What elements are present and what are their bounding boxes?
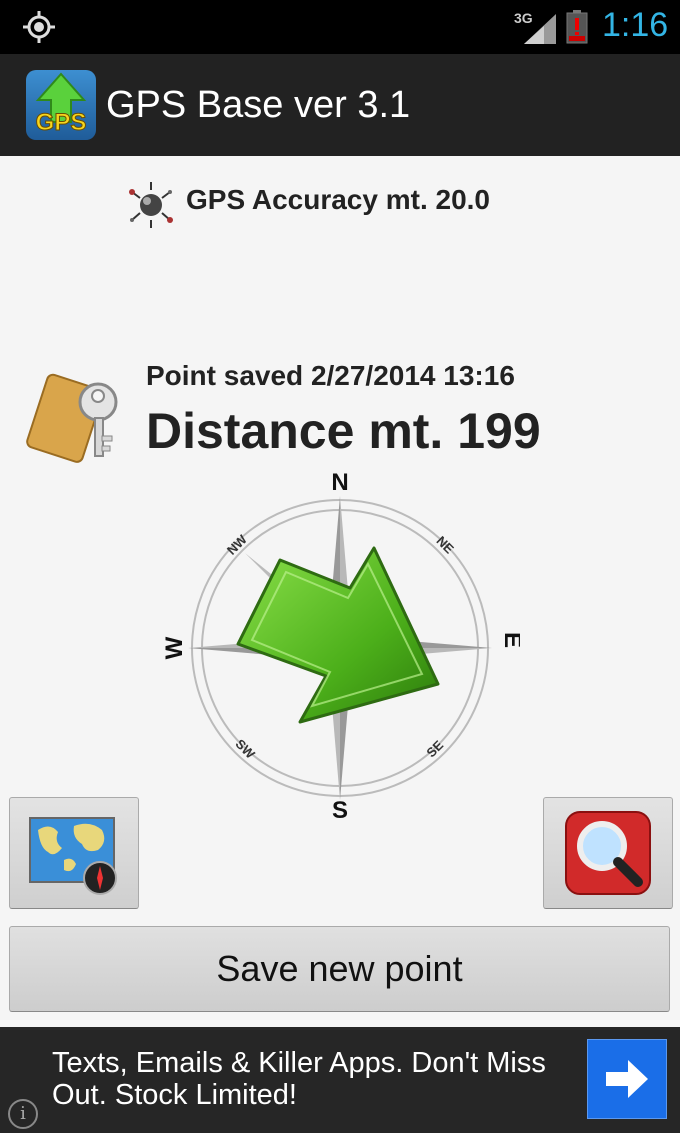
status-bar: 3G 1:16 <box>0 0 680 54</box>
satellite-accuracy-icon <box>129 182 173 228</box>
compass-label-w: W <box>161 636 188 659</box>
battery-low-icon <box>566 10 588 44</box>
compass-label-n: N <box>331 469 348 496</box>
compass-label-s: S <box>332 797 348 824</box>
action-bar: GPS GPS Base ver 3.1 <box>0 54 680 156</box>
distance-text: Distance mt. 199 <box>146 403 541 459</box>
gps-status-icon <box>23 11 55 43</box>
save-new-point-button[interactable]: Save new point <box>9 926 670 1012</box>
app-title: GPS Base ver 3.1 <box>106 84 411 126</box>
gps-up-arrow-icon: GPS <box>35 72 87 137</box>
clock: 1:16 <box>602 6 669 44</box>
app-logo-icon[interactable]: GPS <box>26 70 96 140</box>
ad-info-icon[interactable]: i <box>8 1099 38 1129</box>
world-map-icon <box>29 817 117 895</box>
app-logo-text: GPS <box>36 109 87 136</box>
ad-banner[interactable]: i Texts, Emails & Killer Apps. Don't Mis… <box>0 1027 680 1133</box>
search-button[interactable] <box>543 797 673 909</box>
ad-arrow-button[interactable] <box>587 1039 667 1119</box>
signal-icon <box>524 14 556 44</box>
magnifier-icon <box>565 811 651 895</box>
gps-accuracy-text: GPS Accuracy mt. 20.0 <box>186 184 491 215</box>
compass-rose: N S E W NE NW SE SW <box>161 469 520 824</box>
keys-icon <box>26 373 118 463</box>
map-button[interactable] <box>9 797 139 909</box>
compass-label-e: E <box>499 632 520 648</box>
ad-text[interactable]: Texts, Emails & Killer Apps. Don't Miss … <box>52 1047 582 1111</box>
compass-label-nw: NW <box>224 531 250 557</box>
arrow-right-icon <box>606 1060 648 1098</box>
point-saved-text: Point saved 2/27/2014 13:16 <box>146 360 515 391</box>
